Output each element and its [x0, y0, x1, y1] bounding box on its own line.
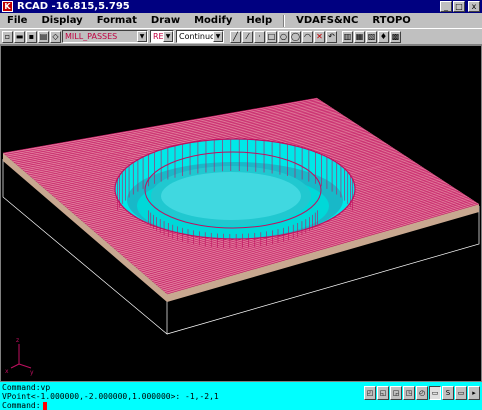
menu-help[interactable]: Help: [239, 15, 279, 26]
window-title: RCAD -16.815,5.795: [17, 1, 130, 12]
toolbar: ▫ ▬ ▪ ▤ ◇ MILL_PASSES ▼ RED ▼ Continuous…: [0, 28, 482, 45]
app-logo-icon[interactable]: K: [2, 1, 13, 12]
view-iso-icon[interactable]: ◳: [403, 386, 415, 400]
chevron-down-icon[interactable]: ▼: [213, 31, 223, 42]
zoom-icon[interactable]: ▦: [354, 30, 365, 43]
menu-file[interactable]: File: [0, 15, 34, 26]
menu-vdafs-nc[interactable]: VDAFS&NC: [289, 15, 365, 26]
menu-display[interactable]: Display: [34, 15, 89, 26]
ucs-axis-icon: [10, 344, 32, 369]
text-cursor: [42, 401, 47, 410]
view-icon[interactable]: ▥: [342, 30, 353, 43]
title-bar: K RCAD -16.815,5.795 _ □ x: [0, 0, 482, 13]
view-top-icon[interactable]: ◰: [364, 386, 376, 400]
new-file-icon[interactable]: ▫: [2, 30, 13, 43]
point-tool-icon[interactable]: ·: [254, 30, 265, 43]
snap-toggle-button[interactable]: S: [442, 386, 454, 400]
window-controls: _ □ x: [440, 1, 480, 12]
minimize-button[interactable]: _: [440, 1, 452, 12]
view-side-icon[interactable]: ◲: [390, 386, 402, 400]
linetype-select-value: Continuous: [179, 32, 213, 41]
color-select[interactable]: RED ▼: [150, 30, 174, 43]
circle-tool-icon[interactable]: ○: [278, 30, 289, 43]
layer-select[interactable]: MILL_PASSES ▼: [62, 30, 148, 43]
circle-3p-tool-icon[interactable]: ◯: [290, 30, 301, 43]
next-icon[interactable]: ▸: [468, 386, 480, 400]
ucs-z-label: z: [16, 337, 19, 344]
chevron-down-icon[interactable]: ▼: [137, 31, 147, 42]
menu-rtopo[interactable]: RTOPO: [365, 15, 417, 26]
command-history-line: VPoint<-1.000000,-2.000000,1.000000>: -1…: [2, 392, 219, 401]
redraw-icon[interactable]: ▧: [366, 30, 377, 43]
drawing-canvas[interactable]: z x y: [0, 45, 482, 382]
command-prompt-label: Command:: [2, 401, 41, 410]
grid-toggle-icon[interactable]: ▭: [429, 386, 441, 400]
polyline-tool-icon[interactable]: ⁄: [242, 30, 253, 43]
close-button[interactable]: x: [468, 1, 480, 12]
3d-model-view: z x y: [2, 97, 480, 376]
render-icon[interactable]: ▩: [390, 30, 401, 43]
save-icon[interactable]: ▪: [26, 30, 37, 43]
maximize-button[interactable]: □: [453, 1, 465, 12]
rectangle-tool-icon[interactable]: □: [266, 30, 277, 43]
ucs-x-label: x: [5, 368, 9, 375]
layer-icon[interactable]: ◇: [50, 30, 61, 43]
color-select-value: RED: [153, 32, 163, 41]
chevron-down-icon[interactable]: ▼: [163, 31, 173, 42]
view-front-icon[interactable]: ◱: [377, 386, 389, 400]
view-persp-icon[interactable]: ◴: [416, 386, 428, 400]
arc-tool-icon[interactable]: ◠: [302, 30, 313, 43]
open-folder-icon[interactable]: ▬: [14, 30, 25, 43]
line-tool-icon[interactable]: ╱: [230, 30, 241, 43]
status-buttons: ◰ ◱ ◲ ◳ ◴ ▭ S ▭ ▸: [364, 386, 480, 400]
print-icon[interactable]: ▤: [38, 30, 49, 43]
light-icon[interactable]: ♦: [378, 30, 389, 43]
menu-modify[interactable]: Modify: [187, 15, 239, 26]
linetype-select[interactable]: Continuous ▼: [176, 30, 224, 43]
menu-draw[interactable]: Draw: [144, 15, 187, 26]
menu-separator: [283, 14, 286, 27]
undo-icon[interactable]: ↶: [326, 30, 337, 43]
command-prompt[interactable]: Command:: [2, 401, 47, 410]
command-history-line: Command:vp: [2, 383, 51, 392]
ortho-toggle-icon[interactable]: ▭: [455, 386, 467, 400]
rcad-window: K RCAD -16.815,5.795 _ □ x File Display …: [0, 0, 482, 410]
command-area[interactable]: Command:vp VPoint<-1.000000,-2.000000,1.…: [0, 382, 482, 410]
menu-format[interactable]: Format: [90, 15, 144, 26]
layer-select-value: MILL_PASSES: [65, 32, 118, 41]
menu-bar: File Display Format Draw Modify Help VDA…: [0, 13, 482, 28]
ucs-y-label: y: [30, 369, 34, 376]
delete-icon[interactable]: ✕: [314, 30, 325, 43]
